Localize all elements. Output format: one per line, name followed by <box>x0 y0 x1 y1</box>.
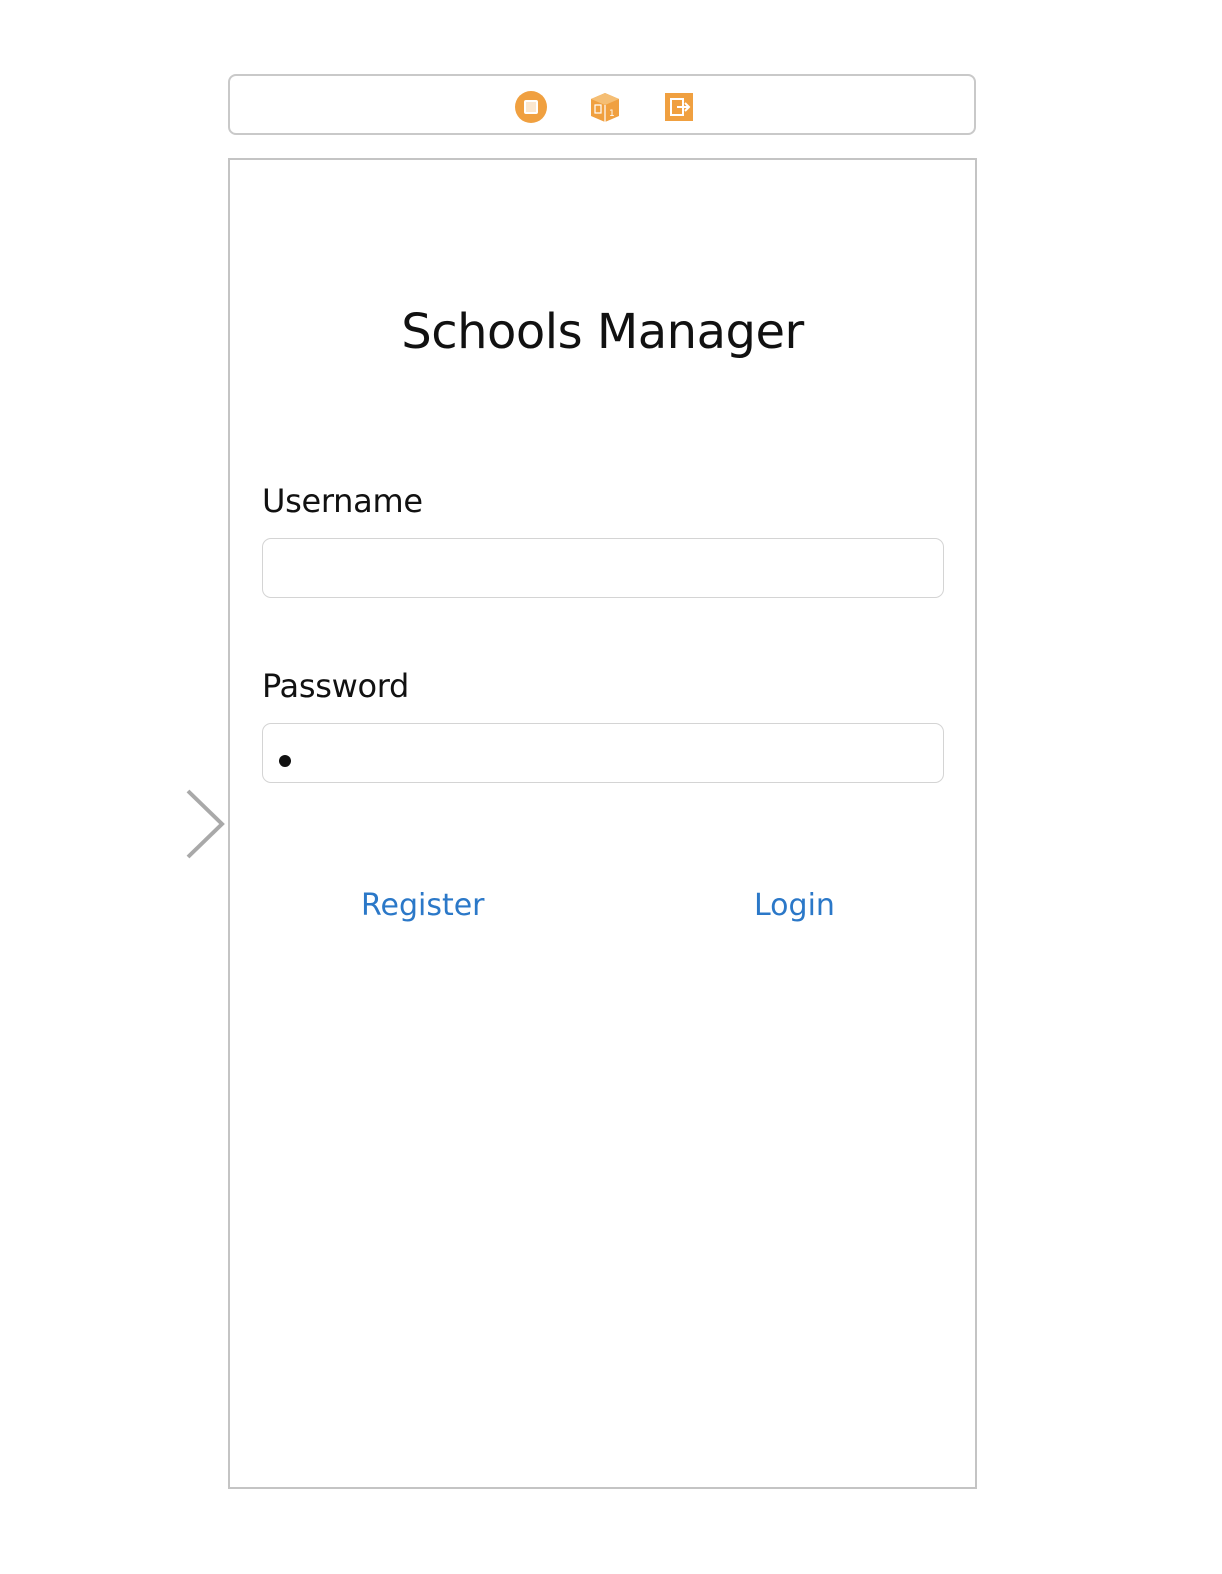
username-label: Username <box>262 482 423 520</box>
password-label: Password <box>262 667 410 705</box>
app-title: Schools Manager <box>401 304 804 360</box>
view-controller-icon[interactable] <box>514 90 548 124</box>
username-field[interactable] <box>262 538 944 598</box>
initial-view-controller-arrow-icon[interactable] <box>30 788 230 860</box>
exit-icon[interactable] <box>662 90 696 124</box>
password-field[interactable] <box>262 723 944 783</box>
register-button[interactable]: Register <box>361 888 485 923</box>
scene-dock: 1 <box>228 74 976 135</box>
password-mask-dot <box>279 755 291 767</box>
login-button[interactable]: Login <box>754 888 835 923</box>
first-responder-icon[interactable]: 1 <box>588 90 622 124</box>
login-screen: Schools Manager Username Password Regist… <box>228 158 977 1489</box>
svg-text:1: 1 <box>609 109 615 119</box>
